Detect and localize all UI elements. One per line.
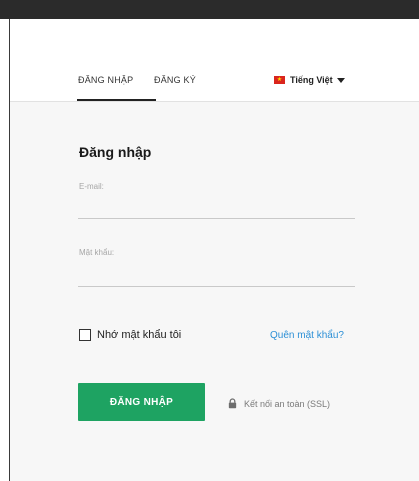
auth-header: ĐĂNG NHẬP ĐĂNG KÝ ★ Tiếng Việt — [10, 19, 419, 102]
chevron-down-icon — [336, 77, 345, 83]
remember-me[interactable]: Nhớ mật khẩu tôi — [79, 329, 181, 341]
vietnam-flag-icon: ★ — [274, 76, 285, 84]
ssl-notice: Kết nối an toàn (SSL) — [227, 398, 330, 409]
login-panel: Đăng nhập E-mail: Mật khẩu: Nhớ mật khẩu… — [10, 102, 419, 481]
login-button[interactable]: ĐĂNG NHẬP — [78, 383, 205, 421]
language-selector[interactable]: ★ Tiếng Việt — [274, 73, 345, 87]
active-tab-indicator — [77, 99, 156, 101]
remember-label: Nhớ mật khẩu tôi — [97, 329, 182, 341]
email-field[interactable] — [78, 198, 355, 219]
ssl-text: Kết nối an toàn (SSL) — [244, 398, 331, 409]
page-title: Đăng nhập — [79, 144, 152, 160]
tab-login[interactable]: ĐĂNG NHẬP — [78, 75, 133, 85]
lock-icon — [228, 398, 237, 409]
forgot-password-link[interactable]: Quên mật khẩu? — [270, 330, 344, 341]
remember-checkbox[interactable] — [79, 329, 91, 341]
window-top-bar — [0, 0, 419, 19]
tab-register[interactable]: ĐĂNG KÝ — [154, 75, 196, 85]
language-label: Tiếng Việt — [290, 75, 333, 85]
password-field[interactable] — [78, 266, 355, 287]
password-label: Mật khẩu: — [79, 248, 115, 257]
email-label: E-mail: — [79, 182, 104, 191]
